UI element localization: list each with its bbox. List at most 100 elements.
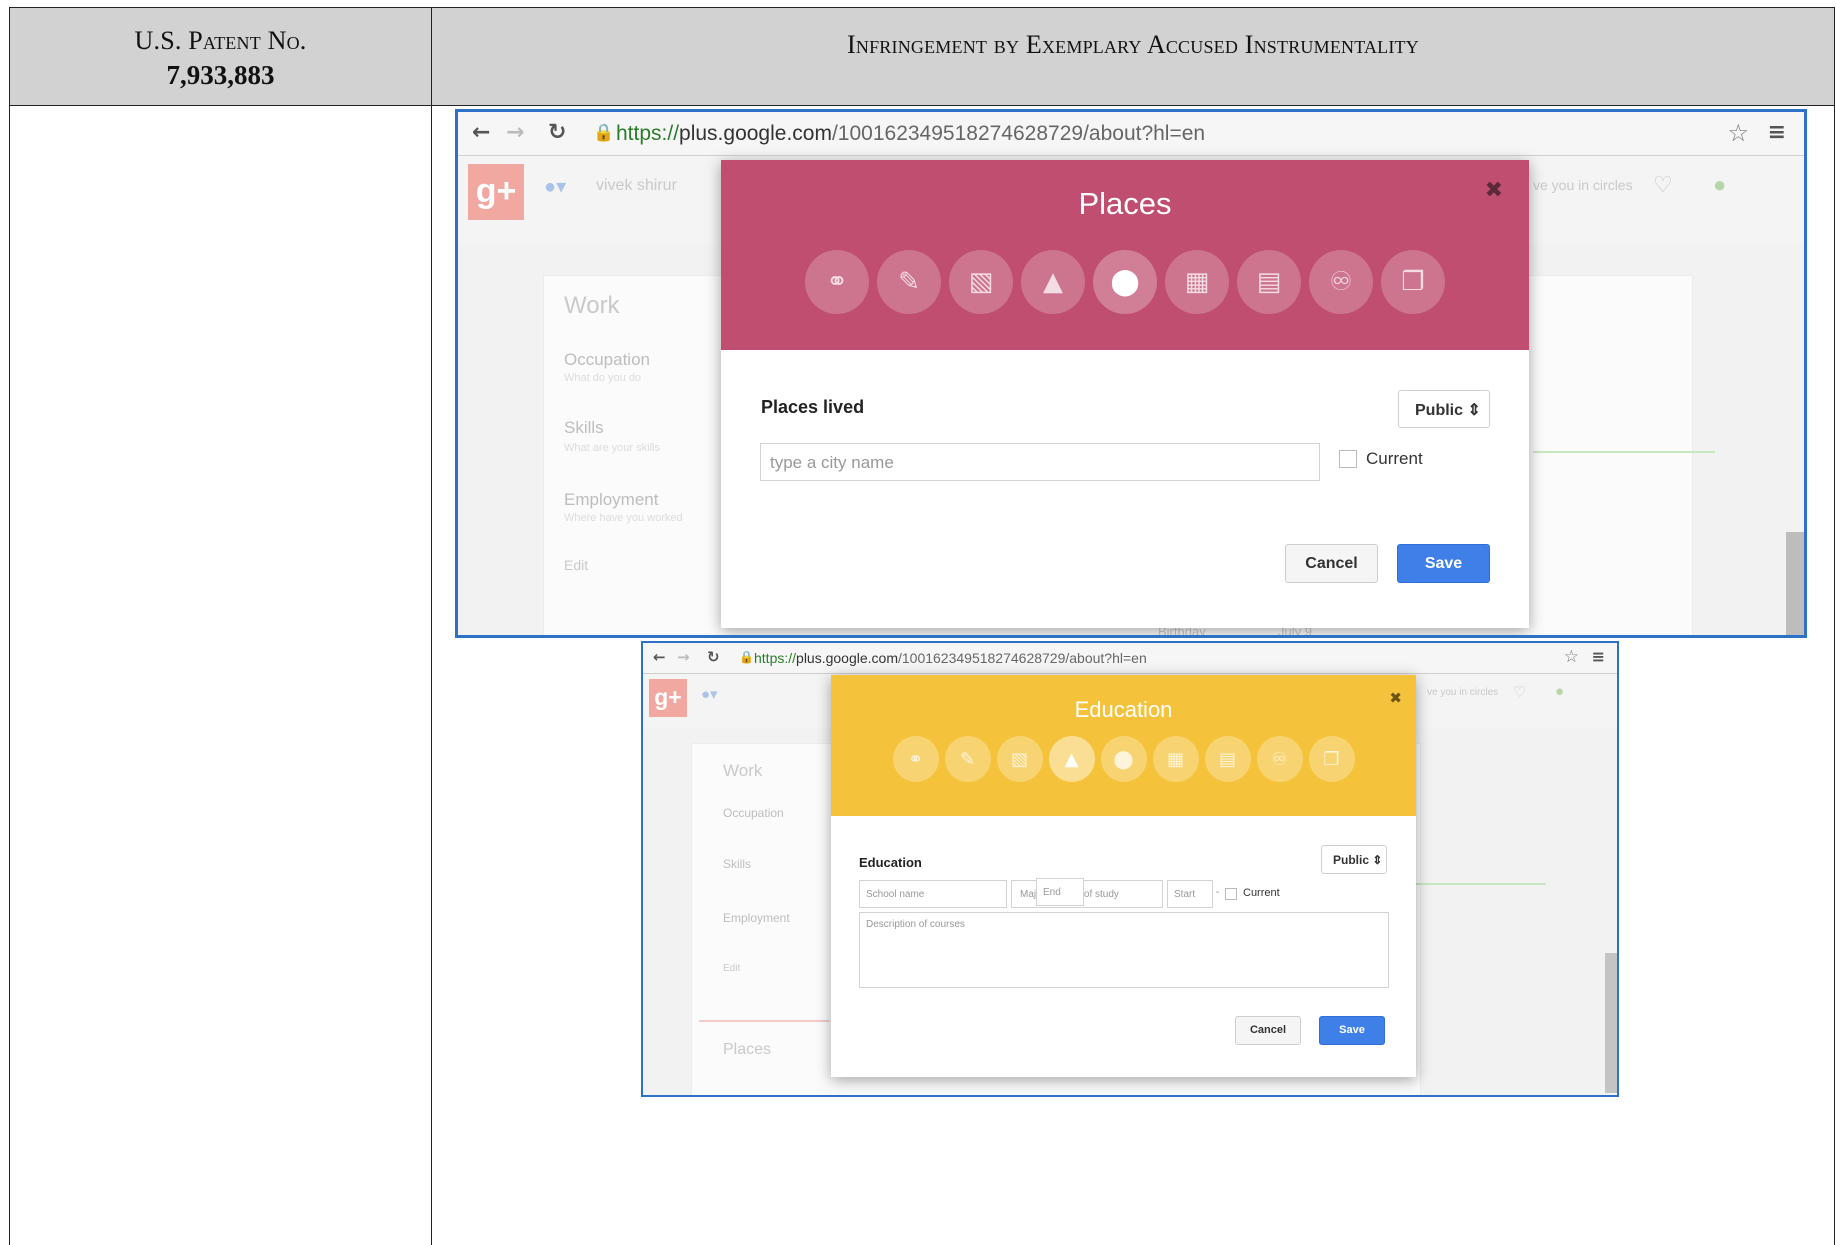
lock-icon: 🔒 (593, 123, 615, 142)
link-icon[interactable]: ⚭ (892, 736, 939, 782)
building-icon[interactable]: ▧ (996, 736, 1043, 782)
dialog-title: Education (1074, 697, 1173, 722)
url-scheme: https:// (754, 650, 797, 666)
infringement-header-cell: Infringement by Exemplary Accused Instru… (432, 8, 1834, 106)
url-scheme: https:// (616, 122, 680, 145)
skills-label: Skills (564, 418, 604, 437)
pencil-icon[interactable]: ✎ (877, 250, 941, 314)
skills-label: Skills (723, 857, 752, 871)
apps-icon[interactable]: ▦ (1165, 250, 1229, 314)
window-icon[interactable]: ❐ (1381, 250, 1445, 314)
graduation-cap-icon[interactable]: ▲ (1048, 736, 1095, 782)
employment-label: Employment (723, 911, 790, 925)
gplus-logo[interactable]: g+ (468, 164, 524, 220)
browser-toolbar: ← → ↻ 🔒 https://plus.google.com/10016234… (643, 643, 1617, 674)
menu-icon[interactable]: ≡ (1592, 647, 1605, 666)
window-icon[interactable]: ❐ (1308, 736, 1355, 782)
city-name-input[interactable]: type a city name (760, 443, 1320, 481)
places-screenshot: ← → ↻ 🔒 https://plus.google.com/10016234… (455, 109, 1807, 638)
places-heading: Places (723, 1041, 772, 1058)
save-button[interactable]: Save (1397, 544, 1490, 583)
bookmark-star-icon[interactable]: ☆ (1564, 647, 1579, 667)
url-host: plus.google.com (679, 122, 832, 145)
occupation-label: Occupation (564, 350, 650, 369)
places-dialog: Places ✖ ⚭ ✎ ▧ ▲ ⬤ ▦ ▤ ♾ ❐ Places lived … (721, 160, 1529, 628)
claim-text-cell (10, 106, 432, 1245)
page-scrollbar[interactable] (1605, 953, 1617, 1093)
url-path: /100162349518274628729/about?hl=en (831, 122, 1206, 145)
save-button[interactable]: Save (1319, 1016, 1385, 1045)
reload-icon[interactable]: ↻ (548, 120, 566, 145)
user-name: vivek shirur (596, 177, 677, 194)
major-field-input[interactable]: Major or Field of study (1011, 880, 1163, 908)
employment-hint: Where have you worked (564, 512, 683, 524)
building-icon[interactable]: ▧ (949, 250, 1013, 314)
forward-arrow-icon[interactable]: → (506, 120, 524, 145)
lock-icon: 🔒 (739, 650, 754, 664)
back-arrow-icon[interactable]: ← (472, 120, 490, 145)
address-bar[interactable]: https://plus.google.com/1001623495182746… (754, 650, 1147, 666)
end-year-input[interactable]: End (1036, 878, 1084, 906)
current-checkbox[interactable] (1339, 450, 1357, 468)
back-arrow-icon[interactable]: ← (653, 648, 666, 666)
browser-toolbar: ← → ↻ 🔒 https://plus.google.com/10016234… (458, 112, 1804, 156)
course-description-textarea[interactable]: Description of courses (859, 912, 1389, 988)
reload-icon[interactable]: ↻ (707, 648, 720, 666)
close-icon[interactable]: ✖ (1485, 178, 1503, 203)
current-label: Current (1243, 887, 1280, 899)
edit-link[interactable]: Edit (564, 557, 588, 573)
close-icon[interactable]: ✖ (1389, 689, 1402, 707)
bell-icon[interactable]: ♡ (1653, 172, 1673, 198)
menu-icon[interactable]: ≡ (1768, 120, 1786, 145)
education-label: Education (859, 855, 922, 870)
occupation-hint: What do you do (564, 372, 642, 384)
section-divider (1416, 883, 1546, 885)
places-lived-label: Places lived (761, 397, 865, 417)
edit-link[interactable]: Edit (723, 963, 740, 974)
link-icon[interactable]: ⚭ (805, 250, 869, 314)
book-icon[interactable]: ▤ (1237, 250, 1301, 314)
current-checkbox[interactable] (1225, 888, 1237, 900)
url-path: /100162349518274628729/about?hl=en (897, 650, 1147, 666)
profile-avatar-icon[interactable]: ●▾ (701, 685, 718, 703)
education-dialog: Education ✖ ⚭ ✎ ▧ ▲ ⬤ ▦ ▤ ♾ ❐ Education … (831, 675, 1416, 1077)
current-label: Current (1366, 449, 1423, 468)
chain-icon[interactable]: ♾ (1309, 250, 1373, 314)
profile-avatar-icon[interactable]: ●▾ (544, 174, 566, 199)
start-year-input[interactable]: Start (1167, 880, 1213, 908)
url-host: plus.google.com (796, 650, 898, 666)
share-icon[interactable]: ● (1713, 172, 1726, 198)
select-arrows-icon: ⇕ (1467, 402, 1481, 419)
bookmark-star-icon[interactable]: ☆ (1727, 119, 1749, 147)
book-icon[interactable]: ▤ (1204, 736, 1251, 782)
pencil-icon[interactable]: ✎ (944, 736, 991, 782)
graduation-cap-icon[interactable]: ▲ (1021, 250, 1085, 314)
apps-icon[interactable]: ▦ (1152, 736, 1199, 782)
visibility-value: Public (1333, 853, 1370, 867)
share-icon[interactable]: ● (1555, 683, 1564, 700)
map-pin-icon[interactable]: ⬤ (1093, 250, 1157, 314)
address-bar[interactable]: https://plus.google.com/1001623495182746… (616, 122, 1205, 146)
cancel-button[interactable]: Cancel (1285, 544, 1378, 583)
work-heading: Work (723, 761, 763, 780)
bell-icon[interactable]: ♡ (1513, 683, 1526, 701)
cancel-button[interactable]: Cancel (1235, 1016, 1301, 1045)
places-dialog-header: Places ✖ ⚭ ✎ ▧ ▲ ⬤ ▦ ▤ ♾ ❐ (721, 160, 1529, 350)
visibility-select[interactable]: Public ⇕ (1321, 845, 1387, 874)
employment-label: Employment (564, 490, 659, 509)
infringement-header-title: Infringement by Exemplary Accused Instru… (847, 30, 1419, 59)
section-divider (699, 1020, 829, 1022)
visibility-value: Public (1415, 402, 1464, 419)
range-dash: - (1216, 887, 1220, 898)
visibility-select[interactable]: Public ⇕ (1398, 390, 1490, 428)
patent-number: 7,933,883 (166, 60, 275, 90)
page-scrollbar[interactable] (1786, 532, 1804, 635)
map-pin-icon[interactable]: ⬤ (1100, 736, 1147, 782)
school-name-input[interactable]: School name (859, 880, 1007, 908)
chain-icon[interactable]: ♾ (1256, 736, 1303, 782)
occupation-label: Occupation (723, 806, 784, 820)
gplus-logo[interactable]: g+ (649, 679, 687, 717)
patent-header-cell: U.S. Patent No. 7,933,883 (10, 8, 432, 106)
circles-text: ve you in circles (1427, 687, 1499, 698)
forward-arrow-icon[interactable]: → (677, 648, 690, 666)
